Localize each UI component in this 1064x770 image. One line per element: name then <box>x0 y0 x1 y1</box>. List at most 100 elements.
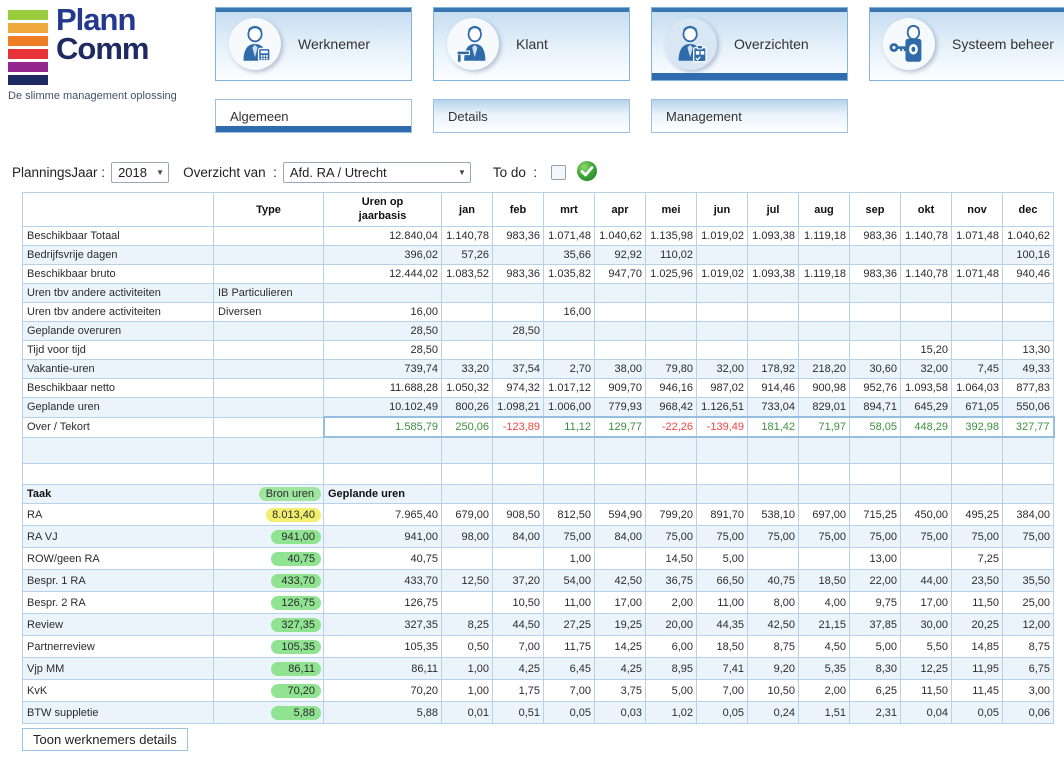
month-cell-nov: 1.071,48 <box>952 227 1003 246</box>
todo-checkbox[interactable] <box>551 165 566 180</box>
month-cell-jun: 0,05 <box>697 702 748 724</box>
source-hours-cell: 433,70 <box>214 570 324 592</box>
nav-button-klant[interactable]: Klant <box>433 7 630 81</box>
planning-year-select[interactable]: 2018 ▼ <box>111 162 169 183</box>
year-total-cell: 11.688,28 <box>324 379 442 398</box>
year-total-cell: 10.102,49 <box>324 398 442 418</box>
month-cell-mrt: 1.071,48 <box>544 227 595 246</box>
month-cell-apr: 1.040,62 <box>595 227 646 246</box>
tab-algemeen[interactable]: Algemeen <box>215 99 412 133</box>
chevron-down-icon: ▼ <box>156 168 164 177</box>
spacer-cell <box>214 437 324 464</box>
confirm-check-icon[interactable] <box>576 160 598 185</box>
month-cell-mrt: 1.017,12 <box>544 379 595 398</box>
task-header-month-cell <box>952 485 1003 504</box>
source-hours-cell: 105,35 <box>214 636 324 658</box>
month-cell-jul: 8,00 <box>748 592 799 614</box>
spacer-cell <box>1003 437 1054 464</box>
sub-tabs: Algemeen Details Management <box>215 99 848 133</box>
row-label-cell: Over / Tekort <box>23 417 214 437</box>
overview-select[interactable]: Afd. RA / Utrecht ▼ <box>283 162 471 183</box>
month-cell-dec: 384,00 <box>1003 504 1054 526</box>
nav-button-werknemer[interactable]: Werknemer <box>215 7 412 81</box>
year-total-cell: 12.444,02 <box>324 265 442 284</box>
month-cell-sep: 983,36 <box>850 265 901 284</box>
month-cell-jan <box>442 284 493 303</box>
tab-label: Details <box>448 109 488 124</box>
month-cell-jun <box>697 284 748 303</box>
logo-bar <box>8 10 48 20</box>
spacer-cell <box>23 464 214 485</box>
spacer-cell <box>442 437 493 464</box>
show-employee-details-button[interactable]: Toon werknemers details <box>22 728 188 751</box>
spacer-cell <box>799 437 850 464</box>
month-cell-sep: 37,85 <box>850 614 901 636</box>
overview-icon <box>665 18 717 70</box>
type-cell <box>214 417 324 437</box>
year-total-cell: 12.840,04 <box>324 227 442 246</box>
month-cell-jun <box>697 341 748 360</box>
spacer-cell <box>799 464 850 485</box>
nav-button-overzichten[interactable]: Overzichten <box>651 7 848 81</box>
month-cell-jul: 538,10 <box>748 504 799 526</box>
month-cell-sep: 952,76 <box>850 379 901 398</box>
spacer-cell <box>901 464 952 485</box>
month-cell-apr: 92,92 <box>595 246 646 265</box>
tab-management[interactable]: Management <box>651 99 848 133</box>
year-total-cell: 739,74 <box>324 360 442 379</box>
month-cell-nov <box>952 303 1003 322</box>
logo-tagline: De slimme management oplossing <box>8 90 203 102</box>
month-cell-sep <box>850 246 901 265</box>
month-cell-mrt <box>544 322 595 341</box>
month-cell-nov: 23,50 <box>952 570 1003 592</box>
month-cell-jan: 33,20 <box>442 360 493 379</box>
tab-label: Algemeen <box>230 109 289 124</box>
planned-hours-cell: 105,35 <box>324 636 442 658</box>
planned-hours-cell: 941,00 <box>324 526 442 548</box>
task-row: Bespr. 2 RA126,75126,7510,5011,0017,002,… <box>23 592 1054 614</box>
nav-button-systeem-beheer[interactable]: Systeem beheer <box>869 7 1064 81</box>
month-cell-dec <box>1003 303 1054 322</box>
task-row: Partnerreview105,35105,350,507,0011,7514… <box>23 636 1054 658</box>
month-cell-apr: 14,25 <box>595 636 646 658</box>
tab-details[interactable]: Details <box>433 99 630 133</box>
month-cell-nov <box>952 322 1003 341</box>
month-cell-jul <box>748 246 799 265</box>
month-cell-feb: 44,50 <box>493 614 544 636</box>
month-cell-nov: 671,05 <box>952 398 1003 418</box>
planned-hours-cell: 40,75 <box>324 548 442 570</box>
task-header-month-cell <box>697 485 748 504</box>
month-cell-feb: 84,00 <box>493 526 544 548</box>
planned-hours-cell: 433,70 <box>324 570 442 592</box>
month-cell-jul: 0,24 <box>748 702 799 724</box>
month-cell-sep: 6,25 <box>850 680 901 702</box>
month-cell-feb: 0,51 <box>493 702 544 724</box>
month-cell-apr: 3,75 <box>595 680 646 702</box>
month-cell-dec: 550,06 <box>1003 398 1054 418</box>
spacer-cell <box>748 464 799 485</box>
spacer-cell <box>748 437 799 464</box>
source-hours-pill: 327,35 <box>271 618 321 632</box>
month-cell-mei: 75,00 <box>646 526 697 548</box>
spacer-cell <box>850 464 901 485</box>
month-cell-feb: 1,75 <box>493 680 544 702</box>
source-hours-cell: 327,35 <box>214 614 324 636</box>
type-cell <box>214 246 324 265</box>
month-cell-nov <box>952 341 1003 360</box>
type-cell <box>214 227 324 246</box>
month-cell-apr: 19,25 <box>595 614 646 636</box>
task-header-month-cell <box>442 485 493 504</box>
month-cell-dec: 25,00 <box>1003 592 1054 614</box>
month-cell-apr <box>595 341 646 360</box>
task-header-month-cell <box>1003 485 1054 504</box>
month-cell-jun: 7,00 <box>697 680 748 702</box>
month-cell-mrt: 2,70 <box>544 360 595 379</box>
month-cell-jul: 914,46 <box>748 379 799 398</box>
source-hours-pill: 5,88 <box>271 706 321 720</box>
month-cell-feb: 908,50 <box>493 504 544 526</box>
overview-value: Afd. RA / Utrecht <box>290 165 387 180</box>
availability-row: Beschikbaar Totaal12.840,041.140,78983,3… <box>23 227 1054 246</box>
month-cell-dec <box>1003 548 1054 570</box>
corner-cell <box>23 193 214 227</box>
availability-row: Beschikbaar netto11.688,281.050,32974,32… <box>23 379 1054 398</box>
